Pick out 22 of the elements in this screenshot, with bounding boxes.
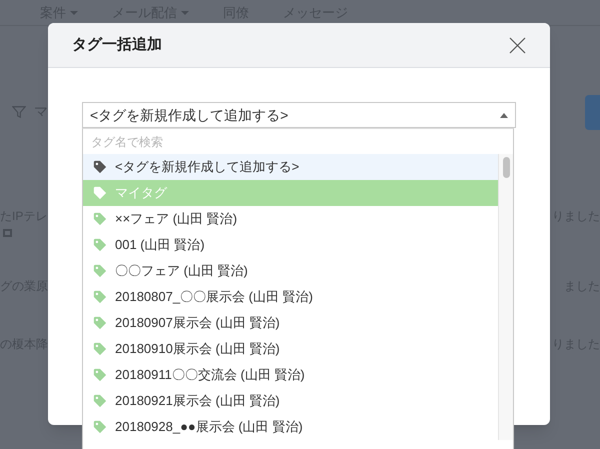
tag-icon (93, 264, 107, 278)
caret-icon (181, 10, 189, 14)
tag-option[interactable]: <タグを新規作成して追加する> (83, 154, 498, 180)
tag-icon (93, 342, 107, 356)
modal-title: タグ一括追加 (72, 34, 162, 55)
caret-icon (70, 10, 78, 14)
tag-icon (93, 316, 107, 330)
filter-icon[interactable] (12, 104, 26, 118)
tag-icon (93, 186, 107, 200)
tag-icon (93, 290, 107, 304)
close-icon[interactable] (509, 36, 526, 54)
window-icon (3, 229, 12, 237)
tag-select[interactable]: <タグを新規作成して追加する> (82, 102, 516, 128)
tag-icon (93, 160, 107, 174)
scrollbar[interactable] (498, 154, 513, 440)
tag-icon (93, 394, 107, 408)
tag-icon (93, 420, 107, 434)
search-field[interactable]: タグ名で検索 (91, 132, 505, 150)
tag-icon (93, 212, 107, 226)
caret-icon (500, 112, 508, 118)
tag-icon (93, 368, 107, 382)
tag-icon (93, 238, 107, 252)
